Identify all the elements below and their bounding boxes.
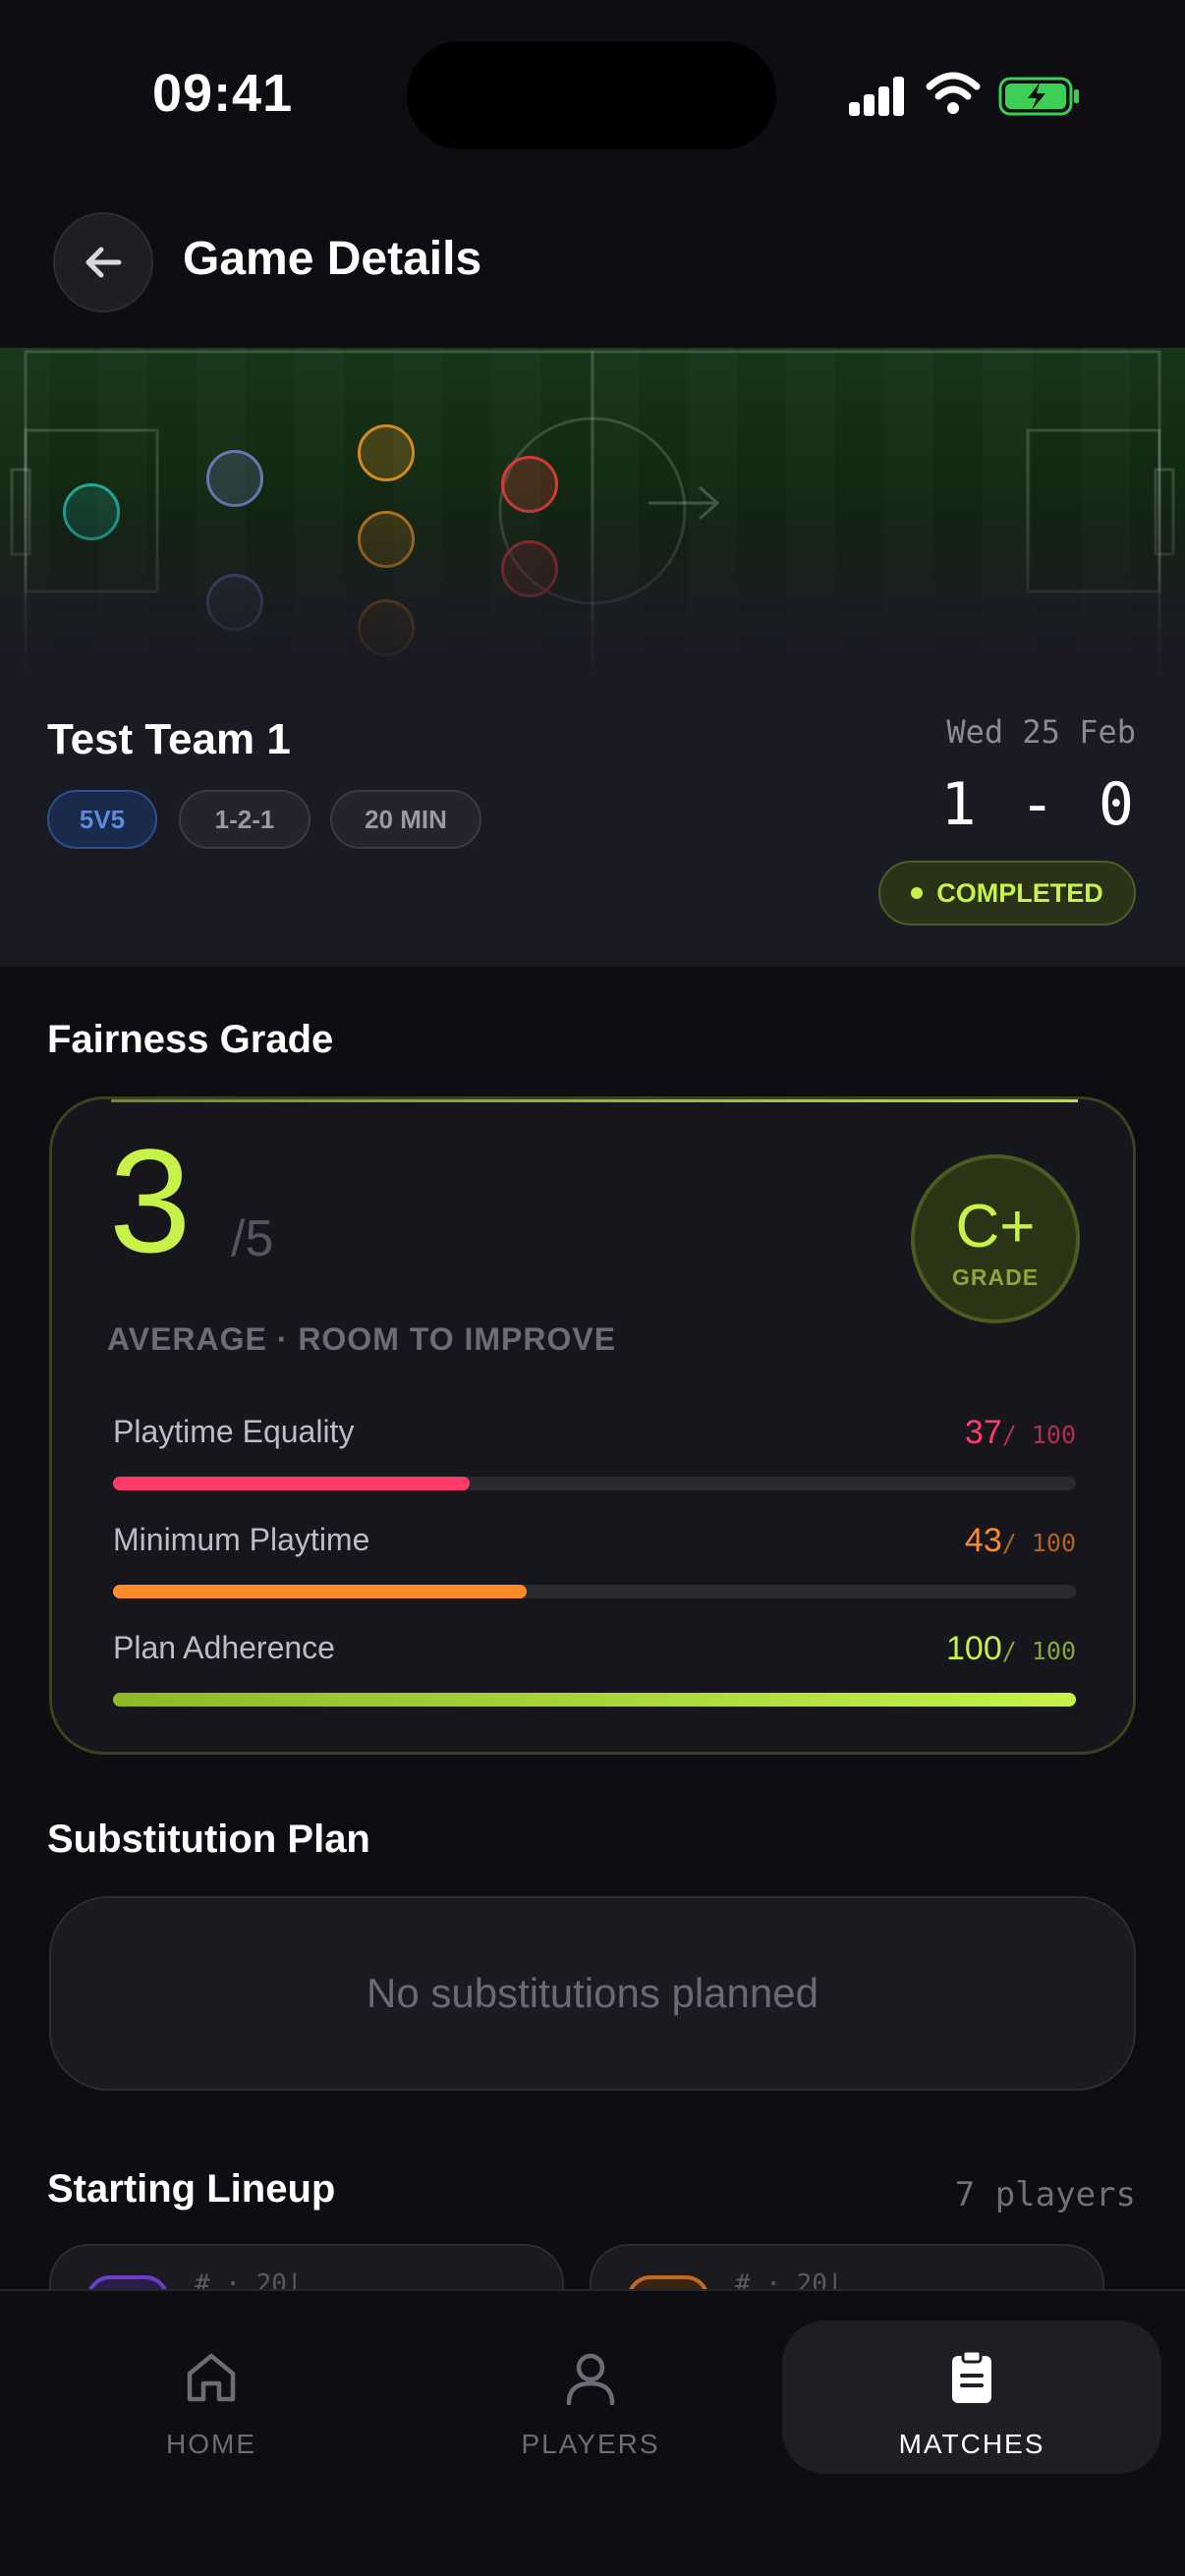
nav-label: HOME bbox=[166, 2429, 256, 2459]
metric-minimum-playtime: Minimum Playtime 43/ 100 bbox=[113, 1522, 1076, 1600]
duration-chip: 20 MIN bbox=[330, 790, 481, 849]
status-bar: 09:41 bbox=[0, 0, 1185, 187]
metric-track bbox=[113, 1477, 1076, 1490]
metric-track bbox=[113, 1585, 1076, 1598]
metric-fill bbox=[113, 1693, 1076, 1707]
game-date: Wed 25 Feb bbox=[946, 713, 1136, 751]
status-label: COMPLETED bbox=[936, 877, 1103, 908]
lineup-section-title: Starting Lineup bbox=[47, 2167, 336, 2211]
game-summary-card: Test Team 1 5V5 1-2-1 20 MIN Wed 25 Feb … bbox=[0, 672, 1185, 967]
signal-icon bbox=[849, 77, 906, 116]
metric-track bbox=[113, 1693, 1076, 1707]
metric-plan-adherence: Plan Adherence 100/ 100 bbox=[113, 1630, 1076, 1708]
grade-letter: C+ bbox=[955, 1193, 1036, 1260]
grade-badge: C+ GRADE bbox=[911, 1154, 1080, 1323]
substitution-section-title: Substitution Plan bbox=[47, 1818, 370, 1861]
person-icon bbox=[566, 2353, 615, 2406]
bottom-navigation: HOME PLAYERS MATCHES bbox=[0, 2289, 1185, 2576]
formation-chip: 1-2-1 bbox=[179, 790, 310, 849]
dynamic-island bbox=[407, 41, 776, 149]
fairness-section-title: Fairness Grade bbox=[47, 1018, 334, 1061]
arrow-left-icon bbox=[85, 247, 122, 278]
metric-fill bbox=[113, 1477, 470, 1490]
wifi-icon bbox=[926, 72, 981, 114]
nav-players[interactable]: PLAYERS bbox=[401, 2321, 780, 2474]
players-count: 7 players bbox=[954, 2175, 1136, 2214]
format-chip: 5V5 bbox=[47, 790, 157, 849]
nav-home[interactable]: HOME bbox=[22, 2321, 401, 2474]
metric-label: Playtime Equality bbox=[113, 1414, 355, 1449]
fairness-subtitle: AVERAGE · ROOM TO IMPROVE bbox=[107, 1321, 617, 1357]
home-icon bbox=[187, 2353, 236, 2402]
battery-charging-icon bbox=[998, 77, 1079, 116]
nav-matches[interactable]: MATCHES bbox=[782, 2321, 1161, 2474]
team-name: Test Team 1 bbox=[47, 715, 291, 763]
metric-fill bbox=[113, 1585, 528, 1598]
metric-value: 43/ 100 bbox=[964, 1522, 1076, 1559]
metric-label: Minimum Playtime bbox=[113, 1522, 370, 1557]
metric-playtime-equality: Playtime Equality 37/ 100 bbox=[113, 1414, 1076, 1492]
formation-field bbox=[0, 348, 1185, 672]
nav-label: PLAYERS bbox=[521, 2429, 660, 2459]
clipboard-icon bbox=[952, 2349, 991, 2403]
metric-value: 37/ 100 bbox=[964, 1414, 1076, 1451]
fairness-out-of: /5 bbox=[231, 1210, 274, 1267]
grade-label: GRADE bbox=[951, 1264, 1040, 1290]
page-header: Game Details bbox=[0, 187, 1185, 348]
status-dot-icon bbox=[911, 887, 924, 899]
status-time: 09:41 bbox=[152, 64, 294, 123]
status-badge: COMPLETED bbox=[878, 861, 1136, 925]
metric-value: 100/ 100 bbox=[946, 1630, 1076, 1667]
nav-label: MATCHES bbox=[898, 2429, 1045, 2459]
substitution-empty-state: No substitutions planned bbox=[49, 1896, 1136, 2091]
back-button[interactable] bbox=[53, 212, 153, 312]
metric-label: Plan Adherence bbox=[113, 1630, 335, 1665]
game-score: 1 - 0 bbox=[940, 770, 1138, 839]
fairness-card: 3 /5 C+ GRADE AVERAGE · ROOM TO IMPROVE … bbox=[49, 1096, 1136, 1755]
fairness-score: 3 bbox=[109, 1118, 192, 1283]
page-title: Game Details bbox=[183, 233, 482, 285]
